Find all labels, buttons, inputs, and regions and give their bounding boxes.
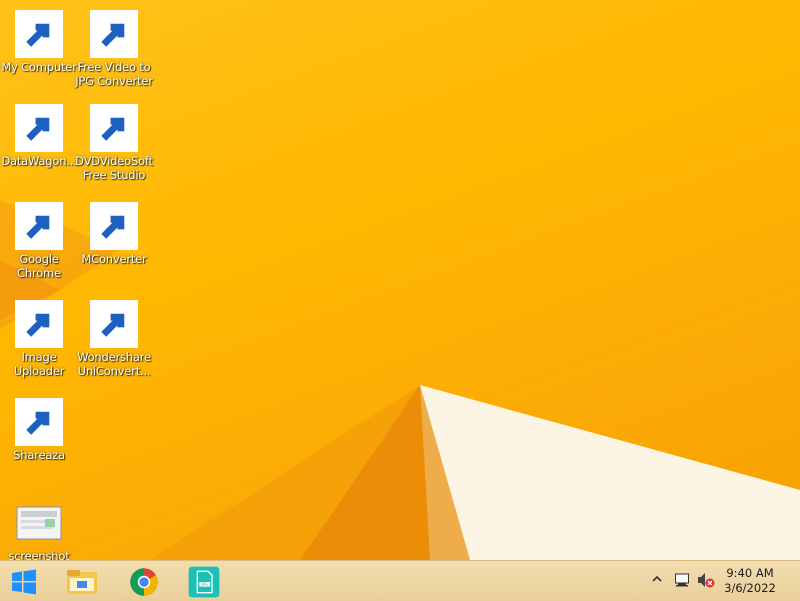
chrome-icon xyxy=(130,568,158,596)
icon-label: DataWagon... xyxy=(1,154,77,168)
shortcut-arrow-icon xyxy=(15,300,63,348)
clock-time: 9:40 AM xyxy=(726,566,774,580)
volume-muted-icon[interactable] xyxy=(697,572,715,588)
icon-label: Shareaza xyxy=(13,448,65,462)
icon-label: DVDVideoSoft Free Studio xyxy=(75,154,153,182)
shareaza-icon xyxy=(15,398,63,446)
file-explorer-icon xyxy=(67,570,97,594)
system-clock[interactable]: 9:40 AM 3/6/2022 xyxy=(720,566,780,596)
svg-text:JPG: JPG xyxy=(200,582,208,587)
desktop[interactable]: My Computer JPG Free Video to JPG Conver… xyxy=(0,0,800,560)
desktop-icon-datawagon[interactable]: DataWagon... xyxy=(0,100,78,188)
screenshot-file-icon xyxy=(15,499,63,547)
shortcut-arrow-icon xyxy=(90,104,138,152)
dvdvideosoft-icon xyxy=(90,104,138,152)
shortcut-arrow-icon xyxy=(90,300,138,348)
start-button[interactable] xyxy=(0,564,48,600)
windows-logo-icon xyxy=(12,569,36,595)
taskbar-chrome-button[interactable] xyxy=(118,564,170,600)
datawagon-icon xyxy=(15,104,63,152)
icon-label: MConverter xyxy=(81,252,147,266)
desktop-icon-my-computer[interactable]: My Computer xyxy=(0,6,78,94)
mconverter-icon xyxy=(90,202,138,250)
shortcut-arrow-icon xyxy=(90,10,138,58)
icon-label: screenshot xyxy=(8,549,70,560)
jpg-converter-icon: JPG xyxy=(188,566,220,598)
wondershare-icon xyxy=(90,300,138,348)
shortcut-arrow-icon xyxy=(90,202,138,250)
image-uploader-icon xyxy=(15,300,63,348)
shortcut-arrow-icon xyxy=(15,202,63,250)
desktop-icon-image-uploader[interactable]: Image Uploader xyxy=(0,296,78,384)
taskbar: JPG 9:40 AM 3/6/2022 xyxy=(0,560,800,601)
desktop-icon-wondershare[interactable]: Wondershare UniConvert... xyxy=(75,296,153,384)
icon-label: Google Chrome xyxy=(17,252,61,280)
shortcut-arrow-icon xyxy=(15,10,63,58)
desktop-icon-free-video-to-jpg[interactable]: JPG Free Video to JPG Converter xyxy=(75,6,153,94)
computer-icon xyxy=(15,10,63,58)
icon-label: Free Video to JPG Converter xyxy=(75,60,153,88)
clock-date: 3/6/2022 xyxy=(724,581,776,595)
desktop-icon-google-chrome[interactable]: Google Chrome xyxy=(0,198,78,286)
desktop-icon-screenshot[interactable]: screenshot xyxy=(0,495,78,560)
desktop-icon-dvdvideosoft[interactable]: DVDVideoSoft Free Studio xyxy=(75,100,153,188)
taskbar-file-explorer-button[interactable] xyxy=(56,564,108,600)
shortcut-arrow-icon xyxy=(15,104,63,152)
icon-label: Wondershare UniConvert... xyxy=(77,350,151,378)
icon-label: My Computer xyxy=(1,60,77,74)
icon-label: Image Uploader xyxy=(13,350,65,378)
chrome-icon xyxy=(15,202,63,250)
jpg-file-icon: JPG xyxy=(90,10,138,58)
taskbar-jpg-converter-button[interactable]: JPG xyxy=(178,564,230,600)
shortcut-arrow-icon xyxy=(15,398,63,446)
desktop-icon-shareaza[interactable]: Shareaza xyxy=(0,394,78,482)
show-hidden-icons-chevron[interactable] xyxy=(652,574,662,584)
desktop-icon-mconverter[interactable]: MConverter xyxy=(75,198,153,286)
network-icon[interactable] xyxy=(674,572,690,588)
